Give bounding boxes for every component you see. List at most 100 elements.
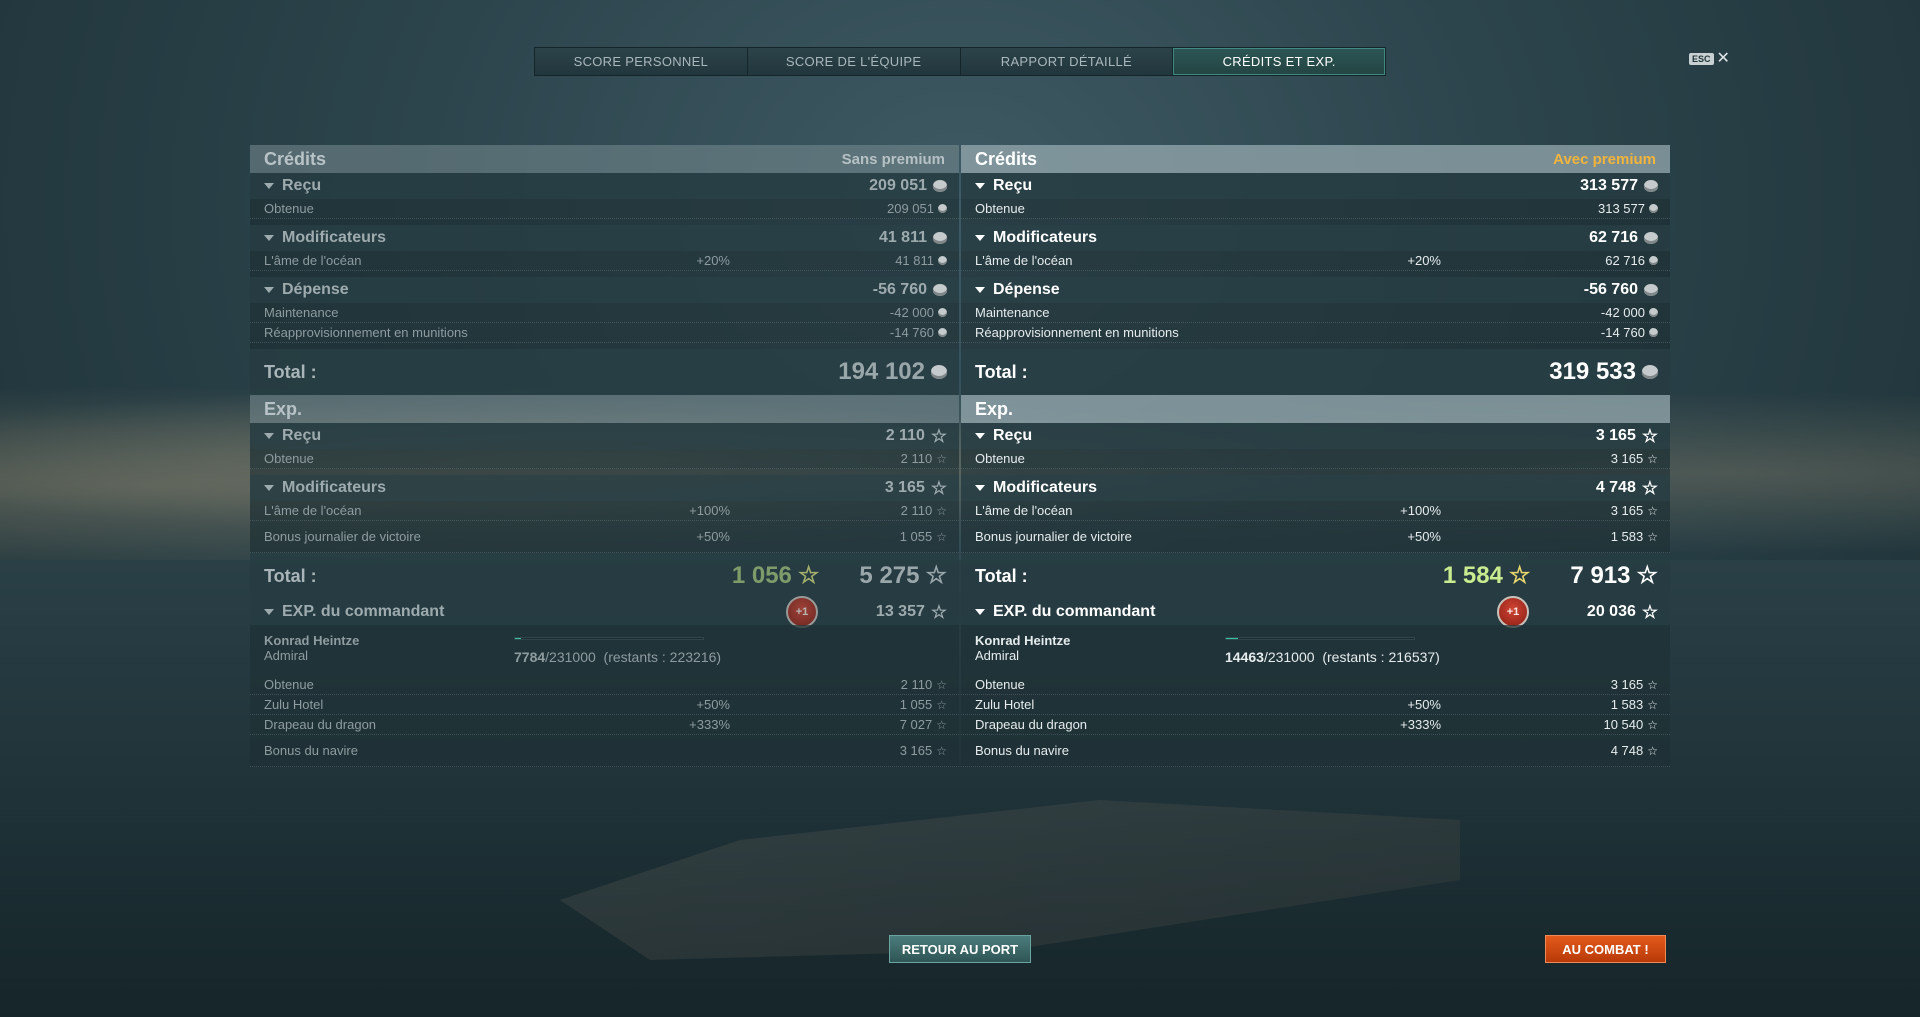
row-label: Bonus journalier de victoire (975, 529, 1132, 544)
credits-recu-header[interactable]: Reçu 209 051 (250, 173, 959, 199)
star-icon: ☆ (1647, 451, 1658, 466)
premium-status-label: Avec premium (1553, 150, 1656, 168)
block-value: 313 577 (1580, 177, 1638, 194)
block-label: Modificateurs (993, 479, 1098, 496)
credits-modificateurs-header[interactable]: Modificateurs 62 716 (961, 225, 1670, 251)
row-value: 1 055 (899, 529, 933, 544)
row-value: 313 577 (1598, 201, 1645, 216)
tab-credits-exp[interactable]: CRÉDITS ET EXP. (1173, 48, 1385, 75)
block-label: EXP. du commandant (993, 603, 1156, 620)
exp-modificateurs-header[interactable]: Modificateurs 3 165 ☆ (250, 475, 959, 501)
list-item: Obtenue 313 577 (961, 199, 1670, 219)
to-battle-button[interactable]: AU COMBAT ! (1545, 935, 1666, 963)
row-value: 1 055 (899, 697, 933, 712)
progress-remaining: (restants : 223216) (603, 649, 722, 665)
row-percent: +50% (1407, 529, 1441, 544)
row-value: 10 540 (1603, 717, 1644, 732)
close-icon: ✕ (1716, 50, 1730, 67)
collapse-arrow-icon (264, 287, 274, 293)
star-icon: ☆ (936, 743, 947, 758)
commander-exp-header[interactable]: EXP. du commandant +1 13 357 ☆ (250, 596, 959, 628)
exp-recu-header[interactable]: Reçu 3 165 ☆ (961, 423, 1670, 449)
bonus-exp-value: 1 056 (731, 562, 792, 589)
close-button[interactable]: ESC ✕ (1689, 50, 1730, 67)
progress-max: /231000 (1263, 649, 1315, 665)
star-icon: ☆ (936, 697, 947, 712)
list-item: Bonus du navire 4 748 ☆ (961, 735, 1670, 767)
star-icon: ☆ (1647, 529, 1658, 544)
collapse-arrow-icon (264, 485, 274, 491)
row-value: 209 051 (887, 201, 934, 216)
row-value: 41 811 (895, 253, 934, 268)
star-icon: ☆ (930, 426, 947, 446)
list-item: Réapprovisionnement en munitions -14 760 (250, 323, 959, 343)
commander-info: Konrad Heintze Admiral 7784/231000 (rest… (250, 625, 959, 675)
row-value: 3 165 (899, 743, 933, 758)
block-value: 20 036 (1586, 603, 1636, 620)
credits-icon (1649, 204, 1658, 213)
block-label: EXP. du commandant (282, 603, 445, 620)
premium-status-label: Sans premium (841, 150, 945, 168)
credits-icon (933, 284, 947, 296)
row-value: -42 000 (889, 305, 934, 320)
credits-modificateurs-header[interactable]: Modificateurs 41 811 (250, 225, 959, 251)
row-label: Obtenue (264, 677, 314, 692)
star-icon: ☆ (930, 602, 947, 622)
star-icon: ☆ (1641, 426, 1658, 446)
exp-header: Exp. (961, 395, 1670, 423)
list-item: Maintenance -42 000 (961, 303, 1670, 323)
tab-score-equipe[interactable]: SCORE DE L'ÉQUIPE (747, 48, 961, 75)
row-label: L'âme de l'océan (264, 253, 362, 268)
block-value: 41 811 (878, 229, 927, 246)
block-label: Reçu (282, 177, 322, 194)
row-percent: +333% (1400, 717, 1441, 732)
row-label: Obtenue (975, 451, 1025, 466)
list-item: Maintenance -42 000 (250, 303, 959, 323)
progress-fill (515, 638, 522, 639)
progress-fill (1226, 638, 1238, 639)
row-label: L'âme de l'océan (975, 503, 1073, 518)
credits-depense-header[interactable]: Dépense -56 760 (250, 277, 959, 303)
esc-key-icon: ESC (1689, 53, 1714, 65)
star-icon: ☆ (1647, 717, 1658, 732)
row-value: 3 165 (1610, 677, 1644, 692)
row-value: 1 583 (1610, 697, 1644, 712)
star-icon: ☆ (1636, 562, 1658, 589)
total-label: Total : (264, 565, 317, 586)
row-percent: +100% (689, 503, 730, 518)
credits-icon (1649, 328, 1658, 337)
block-value: 2 110 (885, 427, 925, 444)
tab-rapport-detaille[interactable]: RAPPORT DÉTAILLÉ (960, 48, 1174, 75)
row-label: Maintenance (264, 305, 339, 320)
exp-modificateurs-header[interactable]: Modificateurs 4 748 ☆ (961, 475, 1670, 501)
block-label: Reçu (282, 427, 322, 444)
list-item: L'âme de l'océan +100% 2 110 ☆ (250, 501, 959, 521)
star-icon: ☆ (1647, 503, 1658, 518)
list-item: L'âme de l'océan +20% 62 716 (961, 251, 1670, 271)
section-title: Exp. (264, 398, 303, 419)
list-item: Obtenue 3 165 ☆ (961, 675, 1670, 695)
collapse-arrow-icon (975, 609, 985, 615)
exp-header: Exp. (250, 395, 959, 423)
row-label: Drapeau du dragon (975, 717, 1088, 732)
progress-current: 14463 (1225, 649, 1264, 665)
row-label: Zulu Hotel (264, 697, 324, 712)
commander-exp-header[interactable]: EXP. du commandant +1 20 036 ☆ (961, 596, 1670, 628)
list-item: L'âme de l'océan +100% 3 165 ☆ (961, 501, 1670, 521)
credits-icon (1642, 365, 1658, 379)
return-to-port-button[interactable]: RETOUR AU PORT (889, 935, 1031, 963)
list-item: Drapeau du dragon +333% 10 540 ☆ (961, 715, 1670, 735)
tab-score-personnel[interactable]: SCORE PERSONNEL (535, 48, 748, 75)
credits-recu-header[interactable]: Reçu 313 577 (961, 173, 1670, 199)
exp-recu-header[interactable]: Reçu 2 110 ☆ (250, 423, 959, 449)
credits-depense-header[interactable]: Dépense -56 760 (961, 277, 1670, 303)
row-value: -42 000 (1600, 305, 1645, 320)
block-value: 3 165 (1595, 427, 1636, 444)
credits-icon (1644, 284, 1658, 296)
credits-icon (1644, 232, 1658, 244)
credits-icon (938, 204, 947, 213)
total-label: Total : (975, 565, 1028, 586)
exp-total: Total : 1 584 ☆ 7 913 ☆ (961, 553, 1670, 599)
credits-icon (938, 308, 947, 317)
row-label: Bonus du navire (264, 743, 358, 758)
